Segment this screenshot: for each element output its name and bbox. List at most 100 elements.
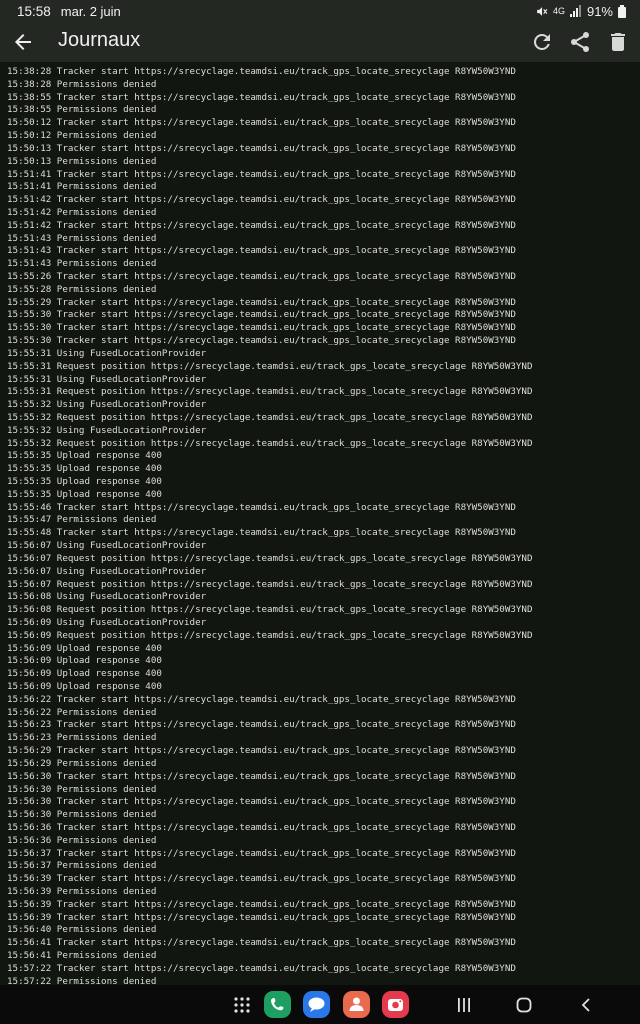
network-type-label: 4G: [552, 6, 565, 16]
log-line: 15:56:22 Tracker start https://srecyclag…: [7, 693, 516, 705]
recents-icon: [458, 998, 470, 1012]
battery-icon: [618, 4, 626, 18]
log-line: 15:55:28 Permissions denied: [7, 283, 157, 295]
log-line: 15:50:13 Permissions denied: [7, 155, 157, 167]
log-line: 15:56:29 Permissions denied: [7, 757, 157, 769]
log-line: 15:56:30 Permissions denied: [7, 783, 157, 795]
status-time: 15:58: [17, 3, 51, 19]
log-line: 15:55:31 Request position https://srecyc…: [7, 360, 533, 372]
log-line: 15:56:30 Tracker start https://srecyclag…: [7, 770, 516, 782]
log-line: 15:50:12 Permissions denied: [7, 130, 157, 142]
messages-app-button[interactable]: [303, 991, 330, 1018]
log-line: 15:55:46 Tracker start https://srecyclag…: [7, 501, 516, 513]
log-line: 15:56:08 Request position https://srecyc…: [7, 604, 533, 616]
log-line: 15:51:42 Tracker start https://srecyclag…: [7, 219, 516, 231]
log-line: 15:56:09 Upload response 400: [7, 642, 162, 654]
log-line: 15:51:43 Permissions denied: [7, 258, 157, 270]
log-line: 15:56:07 Request position https://srecyc…: [7, 578, 533, 590]
log-line: 15:56:09 Upload response 400: [7, 655, 162, 667]
log-line: 15:56:07 Request position https://srecyc…: [7, 552, 533, 564]
share-icon: [571, 32, 589, 52]
back-button[interactable]: [11, 30, 35, 54]
home-icon: [516, 997, 532, 1013]
mute-icon: [535, 5, 548, 18]
log-line: 15:55:32 Using FusedLocationProvider: [7, 424, 207, 436]
system-back-button[interactable]: [578, 997, 594, 1013]
log-line: 15:55:30 Tracker start https://srecyclag…: [7, 309, 516, 321]
log-line: 15:55:31 Using FusedLocationProvider: [7, 373, 207, 385]
log-line: 15:55:35 Upload response 400: [7, 488, 162, 500]
log-line: 15:56:09 Upload response 400: [7, 668, 162, 680]
log-line: 15:56:09 Request position https://srecyc…: [7, 629, 533, 641]
log-line: 15:56:22 Permissions denied: [7, 706, 157, 718]
log-line: 15:56:08 Using FusedLocationProvider: [7, 591, 207, 603]
log-line: 15:55:30 Tracker start https://srecyclag…: [7, 322, 516, 334]
camera-icon: [382, 991, 409, 1018]
status-date: mar. 2 juin: [60, 3, 121, 19]
app-bar: Journaux: [0, 22, 640, 62]
log-line: 15:55:30 Tracker start https://srecyclag…: [7, 335, 516, 347]
log-line: 15:56:39 Permissions denied: [7, 886, 157, 897]
log-line: 15:56:39 Tracker start https://srecyclag…: [7, 898, 516, 910]
log-line: 15:56:30 Tracker start https://srecyclag…: [7, 796, 516, 808]
log-line: 15:51:41 Tracker start https://srecyclag…: [7, 168, 516, 180]
log-line: 15:56:40 Permissions denied: [7, 924, 157, 936]
log-line: 15:56:41 Permissions denied: [7, 950, 157, 962]
page-title: Journaux: [58, 29, 141, 51]
log-line: 15:51:41 Permissions denied: [7, 181, 157, 193]
log-line: 15:57:22 Permissions denied: [7, 975, 157, 985]
log-line: 15:38:55 Tracker start https://srecyclag…: [7, 91, 516, 103]
refresh-icon: [533, 33, 550, 50]
log-line: 15:55:32 Request position https://srecyc…: [7, 411, 533, 423]
messages-icon: [303, 991, 330, 1018]
log-line: 15:56:37 Permissions denied: [7, 860, 157, 872]
log-line: 15:51:42 Permissions denied: [7, 206, 157, 218]
log-line: 15:56:07 Using FusedLocationProvider: [7, 565, 207, 577]
log-line: 15:38:28 Tracker start https://srecyclag…: [7, 66, 516, 77]
log-line: 15:38:28 Permissions denied: [7, 78, 157, 90]
log-line: 15:55:35 Upload response 400: [7, 476, 162, 487]
log-line: 15:57:22 Tracker start https://srecyclag…: [7, 962, 516, 974]
app-drawer-button[interactable]: [233, 996, 251, 1014]
log-line: 15:56:07 Using FusedLocationProvider: [7, 540, 207, 552]
refresh-button[interactable]: [530, 30, 554, 54]
back-chevron-icon: [581, 998, 590, 1012]
recents-button[interactable]: [456, 997, 472, 1013]
delete-button[interactable]: [606, 30, 630, 54]
log-line: 15:55:31 Request position https://srecyc…: [7, 386, 533, 398]
share-button[interactable]: [568, 30, 592, 54]
signal-icon: [569, 5, 582, 17]
app-drawer-icon: [234, 997, 250, 1013]
phone-icon: [264, 991, 291, 1018]
log-line: 15:50:13 Tracker start https://srecyclag…: [7, 142, 516, 154]
log-line: 15:56:09 Upload response 400: [7, 681, 162, 692]
camera-app-button[interactable]: [382, 991, 409, 1018]
log-line: 15:56:36 Tracker start https://srecyclag…: [7, 821, 516, 833]
log-line: 15:55:32 Using FusedLocationProvider: [7, 399, 207, 411]
log-line: 15:50:12 Tracker start https://srecyclag…: [7, 117, 516, 129]
log-line: 15:38:55 Permissions denied: [7, 104, 157, 116]
log-line: 15:56:09 Using FusedLocationProvider: [7, 616, 207, 628]
log-line: 15:55:31 Using FusedLocationProvider: [7, 347, 207, 359]
trash-icon: [611, 33, 625, 51]
log-line: 15:56:23 Tracker start https://srecyclag…: [7, 719, 516, 731]
back-arrow-icon: [15, 34, 31, 50]
log-line: 15:51:43 Permissions denied: [7, 232, 157, 244]
log-line: 15:56:37 Tracker start https://srecyclag…: [7, 847, 516, 859]
log-line: 15:56:30 Permissions denied: [7, 809, 157, 821]
log-line: 15:55:32 Request position https://srecyc…: [7, 437, 533, 449]
log-line: 15:55:26 Tracker start https://srecyclag…: [7, 271, 516, 282]
contacts-app-button[interactable]: [343, 991, 370, 1018]
log-line: 15:55:35 Upload response 400: [7, 463, 162, 475]
log-line: 15:55:35 Upload response 400: [7, 450, 162, 462]
contacts-icon: [343, 991, 370, 1018]
log-line: 15:51:43 Tracker start https://srecyclag…: [7, 245, 516, 257]
app-bar-actions: [530, 30, 630, 54]
battery-percent: 91%: [586, 3, 613, 19]
log-line: 15:51:42 Tracker start https://srecyclag…: [7, 194, 516, 206]
phone-app-button[interactable]: [264, 991, 291, 1018]
log-line: 15:55:29 Tracker start https://srecyclag…: [7, 296, 516, 308]
log-line: 15:56:23 Permissions denied: [7, 732, 157, 744]
log-output[interactable]: 15:38:28 Tracker start https://srecyclag…: [0, 62, 640, 985]
home-button[interactable]: [516, 997, 532, 1013]
